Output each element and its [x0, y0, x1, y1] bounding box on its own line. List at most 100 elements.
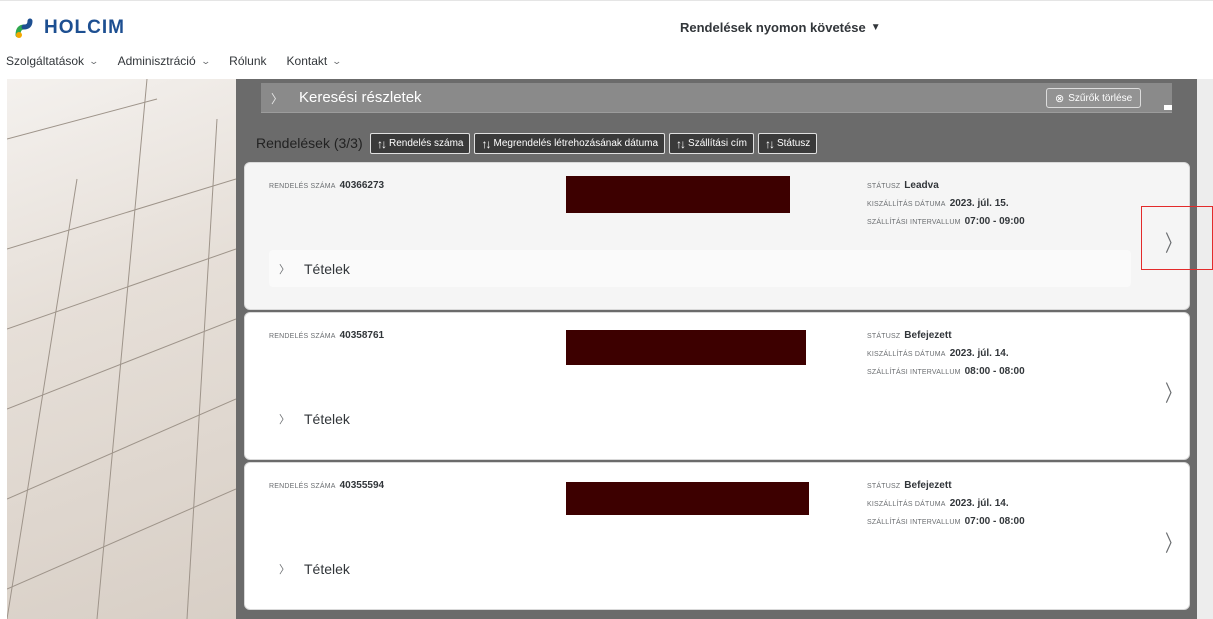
clear-filter-icon: ⊗ [1055, 92, 1065, 105]
nav-item-szolgaltatasok[interactable]: Szolgáltatások ⌄ [6, 54, 100, 68]
order-card[interactable]: RENDELÉS SZÁMA 40366273 STÁTUSZ Leadva K… [244, 162, 1190, 310]
holcim-logo[interactable]: HOLCIM [14, 17, 125, 39]
chevron-down-icon: ⌄ [88, 55, 100, 66]
delivery-interval-field: SZÁLLÍTÁSI INTERVALLUM 07:00 - 08:00 [867, 516, 1025, 527]
sort-by-delivery-address-button[interactable]: ↑↓ Szállítási cím [669, 133, 754, 154]
main-nav: Szolgáltatások ⌄ Adminisztráció ⌄ Rólunk… [6, 54, 361, 68]
sort-by-status-button[interactable]: ↑↓ Státusz [757, 133, 818, 154]
resize-handle[interactable] [1164, 105, 1172, 110]
search-details-panel[interactable]: 〉 Keresési részletek ⊗ Szűrők törlése [261, 83, 1172, 113]
chevron-right-icon[interactable]: 〉 [1165, 374, 1181, 408]
delivery-date-value: 2023. júl. 14. [949, 498, 1009, 509]
delivery-interval-value: 08:00 - 08:00 [964, 366, 1025, 377]
delivery-date-value: 2023. júl. 14. [949, 348, 1009, 359]
order-number-field: RENDELÉS SZÁMA 40355594 [269, 480, 384, 491]
sort-icon: ↑↓ [377, 136, 387, 151]
page-title-dropdown[interactable]: Rendelések nyomon követése ▼ [680, 20, 881, 35]
sort-button-label: Szállítási cím [688, 138, 747, 149]
order-number-field: RENDELÉS SZÁMA 40366273 [269, 180, 384, 191]
order-number-value: 40355594 [339, 480, 385, 491]
order-number-label: RENDELÉS SZÁMA [269, 483, 336, 490]
nav-item-label: Rólunk [229, 54, 267, 68]
items-label: Tételek [304, 560, 350, 577]
order-number-value: 40366273 [339, 180, 385, 191]
nav-item-rolunk[interactable]: Rólunk [229, 54, 266, 68]
items-expander[interactable]: 〉 Tételek [269, 250, 1131, 287]
items-label: Tételek [304, 410, 350, 427]
items-label: Tételek [304, 260, 350, 277]
status-field: STÁTUSZ Befejezett [867, 480, 1025, 491]
delivery-interval-field: SZÁLLÍTÁSI INTERVALLUM 08:00 - 08:00 [867, 366, 1025, 377]
delivery-interval-label: SZÁLLÍTÁSI INTERVALLUM [867, 369, 961, 376]
nav-item-label: Adminisztráció [117, 54, 196, 68]
order-number-label: RENDELÉS SZÁMA [269, 183, 336, 190]
order-status-block: STÁTUSZ Befejezett KISZÁLLÍTÁS DÁTUMA 20… [867, 480, 1025, 527]
sort-button-label: Megrendelés létrehozásának dátuma [493, 138, 659, 149]
delivery-date-label: KISZÁLLÍTÁS DÁTUMA [867, 351, 946, 358]
delivery-date-label: KISZÁLLÍTÁS DÁTUMA [867, 201, 946, 208]
status-field: STÁTUSZ Leadva [867, 180, 1025, 191]
page-title: Rendelések nyomon követése [680, 20, 866, 35]
redacted-address [566, 482, 809, 515]
top-bar: HOLCIM Rendelések nyomon követése ▼ Szol… [0, 0, 1213, 78]
background-image [7, 79, 236, 619]
nav-item-adminisztracio[interactable]: Adminisztráció ⌄ [117, 54, 211, 68]
order-number-label: RENDELÉS SZÁMA [269, 333, 336, 340]
status-field: STÁTUSZ Befejezett [867, 330, 1025, 341]
search-details-label: Keresési részletek [299, 89, 422, 106]
delivery-interval-value: 07:00 - 09:00 [964, 216, 1025, 227]
delivery-date-value: 2023. júl. 15. [949, 198, 1009, 209]
chevron-down-icon: ⌄ [331, 55, 343, 66]
sort-by-creation-date-button[interactable]: ↑↓ Megrendelés létrehozásának dátuma [474, 133, 666, 154]
status-value: Befejezett [904, 480, 952, 491]
redacted-address [566, 330, 806, 365]
sort-icon: ↑↓ [764, 136, 775, 151]
sort-button-label: Rendelés száma [389, 138, 464, 149]
sort-by-order-number-button[interactable]: ↑↓ Rendelés száma [370, 133, 471, 154]
status-label: STÁTUSZ [867, 483, 901, 490]
status-label: STÁTUSZ [867, 333, 901, 340]
items-expander[interactable]: 〉 Tételek [269, 400, 1131, 437]
chevron-right-icon: 〉 [279, 413, 290, 426]
order-card[interactable]: RENDELÉS SZÁMA 40358761 STÁTUSZ Befejeze… [244, 312, 1190, 460]
status-value: Leadva [904, 180, 939, 191]
chevron-right-icon[interactable]: 〉 [1165, 524, 1181, 558]
architecture-pattern-icon [7, 79, 236, 619]
delivery-date-field: KISZÁLLÍTÁS DÁTUMA 2023. júl. 15. [867, 198, 1025, 209]
delivery-interval-label: SZÁLLÍTÁSI INTERVALLUM [867, 219, 961, 226]
sort-icon: ↑↓ [676, 136, 686, 151]
nav-item-label: Szolgáltatások [6, 54, 85, 68]
clear-filters-label: Szűrők törlése [1068, 92, 1133, 104]
delivery-interval-label: SZÁLLÍTÁSI INTERVALLUM [867, 519, 961, 526]
chevron-right-icon: 〉 [271, 92, 284, 106]
highlight-annotation-box [1141, 206, 1213, 270]
redacted-address [566, 176, 790, 213]
sort-button-label: Státusz [776, 138, 811, 149]
logo-text: HOLCIM [44, 17, 125, 38]
nav-item-kontakt[interactable]: Kontakt ⌄ [286, 54, 343, 68]
caret-down-icon: ▼ [870, 22, 881, 33]
sort-toolbar: ↑↓ Rendelés száma ↑↓ Megrendelés létreho… [370, 133, 818, 154]
delivery-interval-field: SZÁLLÍTÁSI INTERVALLUM 07:00 - 09:00 [867, 216, 1025, 227]
orders-count-title: Rendelések (3/3) [256, 135, 363, 151]
status-label: STÁTUSZ [867, 183, 901, 190]
scroll-track[interactable] [1197, 79, 1213, 619]
chevron-down-icon: ⌄ [200, 55, 211, 66]
chevron-right-icon: 〉 [279, 563, 290, 576]
order-card[interactable]: RENDELÉS SZÁMA 40355594 STÁTUSZ Befejeze… [244, 462, 1190, 610]
status-value: Befejezett [904, 330, 952, 341]
order-status-block: STÁTUSZ Befejezett KISZÁLLÍTÁS DÁTUMA 20… [867, 330, 1025, 377]
chevron-right-icon: 〉 [279, 263, 290, 276]
delivery-interval-value: 07:00 - 08:00 [964, 516, 1025, 527]
delivery-date-field: KISZÁLLÍTÁS DÁTUMA 2023. júl. 14. [867, 498, 1025, 509]
clear-filters-button[interactable]: ⊗ Szűrők törlése [1046, 88, 1142, 108]
delivery-date-label: KISZÁLLÍTÁS DÁTUMA [867, 501, 946, 508]
order-status-block: STÁTUSZ Leadva KISZÁLLÍTÁS DÁTUMA 2023. … [867, 180, 1025, 227]
order-number-value: 40358761 [339, 330, 385, 341]
items-expander[interactable]: 〉 Tételek [269, 550, 1131, 587]
sort-icon: ↑↓ [481, 136, 491, 151]
delivery-date-field: KISZÁLLÍTÁS DÁTUMA 2023. júl. 14. [867, 348, 1025, 359]
nav-item-label: Kontakt [286, 54, 328, 68]
holcim-logo-icon [15, 18, 33, 38]
order-number-field: RENDELÉS SZÁMA 40358761 [269, 330, 384, 341]
